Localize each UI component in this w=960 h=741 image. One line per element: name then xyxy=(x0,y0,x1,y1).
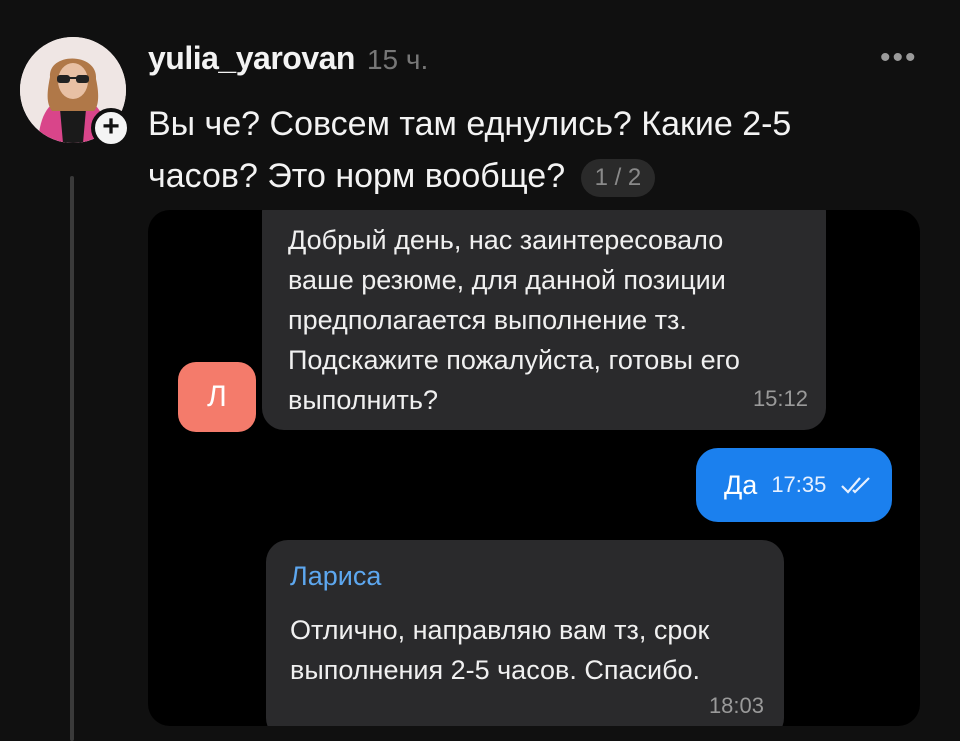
sender-name: Лариса xyxy=(290,561,382,591)
post-time: 15 ч. xyxy=(366,44,429,75)
more-options-icon[interactable]: ••• xyxy=(880,43,918,73)
message-time: 17:35 xyxy=(771,472,827,497)
message-time: 15:12 xyxy=(752,386,808,411)
message-text: Да xyxy=(724,469,758,500)
sender-avatar: Л xyxy=(178,362,256,432)
incoming-message: Лариса Отлично, направляю вам тз, срок в… xyxy=(266,540,784,726)
message-time: 18:03 xyxy=(708,693,764,718)
image-pager-badge: 1 / 2 xyxy=(580,159,656,198)
follow-plus-icon[interactable]: + xyxy=(91,108,131,148)
message-text: Отлично, направляю вам тз, срок выполнен… xyxy=(290,615,710,685)
post-body: Вы че? Совсем там еднулись? Какие 2-5 ча… xyxy=(148,105,792,195)
message-text: Добрый день, нас заинтересовало ваше рез… xyxy=(288,225,740,415)
username[interactable]: yulia_yarovan xyxy=(148,40,355,77)
chat-screenshot[interactable]: Добрый день, нас заинтересовало ваше рез… xyxy=(148,210,920,726)
post-text: Вы че? Совсем там еднулись? Какие 2-5 ча… xyxy=(148,98,858,202)
incoming-message: Добрый день, нас заинтересовало ваше рез… xyxy=(262,210,826,430)
double-check-icon xyxy=(841,477,871,494)
thread-line xyxy=(70,176,74,741)
outgoing-message: Да 17:35 xyxy=(696,448,892,522)
post-header: yulia_yarovan 15 ч. xyxy=(148,40,428,77)
